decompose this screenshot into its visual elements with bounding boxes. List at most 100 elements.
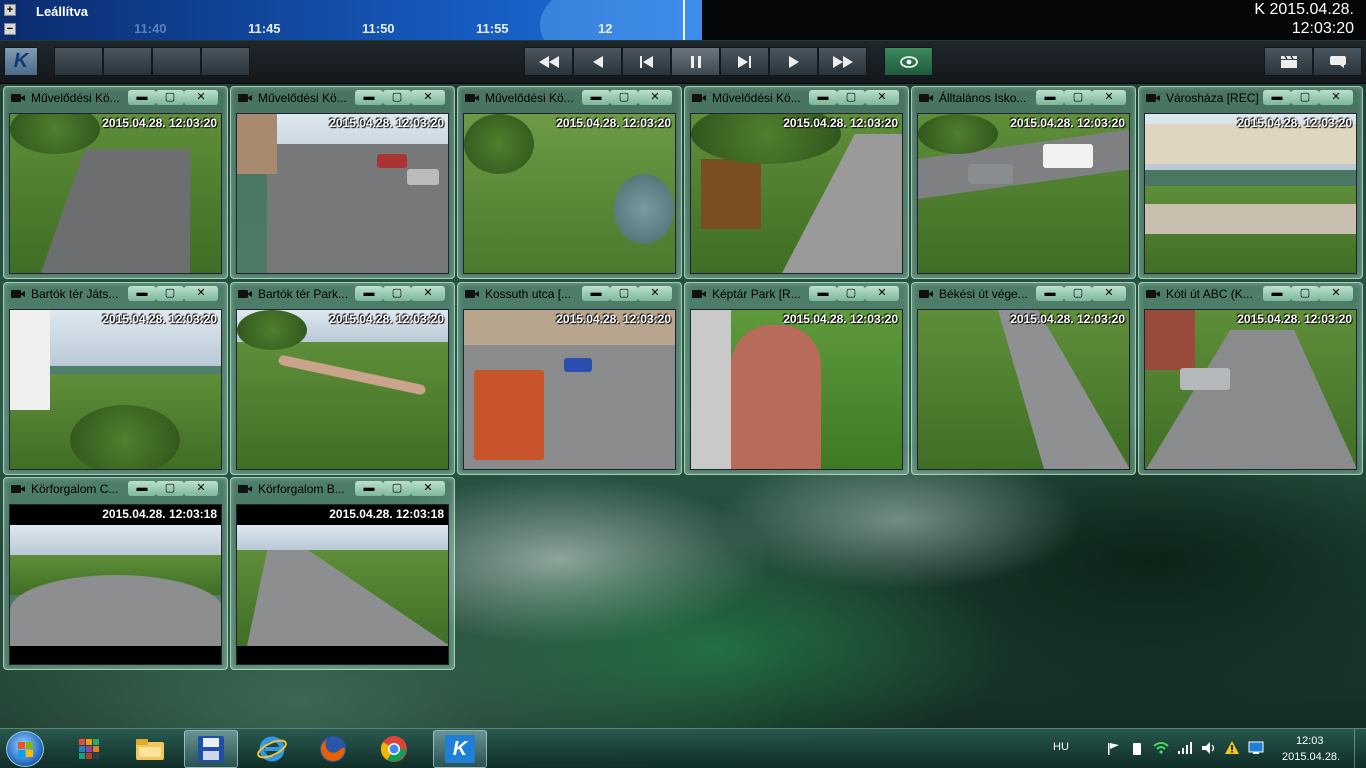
close-button[interactable]: ✕ — [411, 481, 445, 496]
play-button[interactable] — [769, 47, 818, 76]
taskbar-ie-app[interactable] — [245, 730, 299, 768]
taskbar-tiles-app[interactable] — [62, 730, 116, 768]
taskbar-k-app[interactable]: K — [433, 730, 487, 768]
minimize-button[interactable]: ▬ — [1036, 90, 1064, 105]
skip-end-button[interactable] — [720, 47, 769, 76]
minimize-button[interactable]: ▬ — [128, 286, 156, 301]
camera-tile[interactable]: Álltalános Isko... ▬ ▢ ✕ 2015.04.28. 12:… — [911, 86, 1136, 279]
close-button[interactable]: ✕ — [184, 481, 218, 496]
camera-feed[interactable]: 2015.04.28. 12:03:20 — [690, 113, 903, 274]
minimize-button[interactable]: ▬ — [355, 286, 383, 301]
maximize-button[interactable]: ▢ — [1291, 90, 1319, 105]
camera-tile[interactable]: Körforgalom C... ▬ ▢ ✕ 2015.04.28. 12:03… — [3, 477, 228, 670]
fast-rewind-button[interactable] — [524, 47, 573, 76]
camera-feed[interactable]: 2015.04.28. 12:03:20 — [236, 309, 449, 470]
pause-button[interactable] — [671, 47, 720, 76]
close-button[interactable]: ✕ — [411, 90, 445, 105]
close-button[interactable]: ✕ — [865, 90, 899, 105]
taskbar-save-app[interactable] — [184, 730, 238, 768]
taskbar-explorer-app[interactable] — [123, 730, 177, 768]
camera-feed[interactable]: 2015.04.28. 12:03:20 — [690, 309, 903, 470]
fast-forward-button[interactable] — [818, 47, 867, 76]
start-button[interactable] — [6, 731, 44, 767]
maximize-button[interactable]: ▢ — [1064, 286, 1092, 301]
minimize-button[interactable]: ▬ — [809, 286, 837, 301]
maximize-button[interactable]: ▢ — [837, 286, 865, 301]
layout-button-2[interactable] — [103, 47, 152, 76]
layout-button-4[interactable] — [201, 47, 250, 76]
minimize-button[interactable]: ▬ — [1263, 90, 1291, 105]
camera-tile[interactable]: Művelődési Kö... ▬ ▢ ✕ 2015.04.28. 12:03… — [230, 86, 455, 279]
minimize-button[interactable]: ▬ — [355, 481, 383, 496]
action-center-flag-icon[interactable] — [1106, 742, 1120, 756]
zoom-out-button[interactable]: − — [4, 23, 16, 35]
close-button[interactable]: ✕ — [1092, 286, 1126, 301]
maximize-button[interactable]: ▢ — [156, 286, 184, 301]
warning-icon[interactable] — [1224, 740, 1240, 755]
usb-device-icon[interactable] — [1130, 742, 1144, 756]
maximize-button[interactable]: ▢ — [1064, 90, 1092, 105]
camera-tile[interactable]: Bartók tér Park... ▬ ▢ ✕ 2015.04.28. 12:… — [230, 282, 455, 475]
minimize-button[interactable]: ▬ — [809, 90, 837, 105]
close-button[interactable]: ✕ — [638, 90, 672, 105]
step-back-button[interactable] — [573, 47, 622, 76]
camera-tile[interactable]: Művelődési Kö... ▬ ▢ ✕ 2015.04.28. 12:03… — [684, 86, 909, 279]
minimize-button[interactable]: ▬ — [128, 481, 156, 496]
volume-icon[interactable] — [1201, 741, 1217, 755]
show-desktop-button[interactable] — [1354, 729, 1366, 768]
taskbar-firefox-app[interactable] — [306, 730, 360, 768]
app-logo-button[interactable]: K — [4, 47, 38, 76]
language-indicator[interactable]: HU — [1053, 741, 1069, 753]
maximize-button[interactable]: ▢ — [610, 286, 638, 301]
camera-feed[interactable]: 2015.04.28. 12:03:20 — [463, 309, 676, 470]
remote-display-icon[interactable] — [1248, 741, 1264, 755]
camera-feed[interactable]: 2015.04.28. 12:03:20 — [917, 309, 1130, 470]
camera-tile[interactable]: Körforgalom B... ▬ ▢ ✕ 2015.04.28. 12:03… — [230, 477, 455, 670]
layout-button-3[interactable] — [152, 47, 201, 76]
camera-tile[interactable]: Kóti út ABC (K... ▬ ▢ ✕ 2015.04.28. 12:0… — [1138, 282, 1363, 475]
camera-tile[interactable]: Városháza [REC] ▬ ▢ ✕ 2015.04.28. 12:03:… — [1138, 86, 1363, 279]
recording-button[interactable] — [1264, 47, 1313, 76]
maximize-button[interactable]: ▢ — [383, 481, 411, 496]
minimize-button[interactable]: ▬ — [582, 90, 610, 105]
taskbar-chrome-app[interactable] — [367, 730, 421, 768]
close-button[interactable]: ✕ — [411, 286, 445, 301]
layout-button-1[interactable] — [54, 47, 103, 76]
camera-tile[interactable]: Művelődési Kö... ▬ ▢ ✕ 2015.04.28. 12:03… — [457, 86, 682, 279]
close-button[interactable]: ✕ — [1319, 286, 1353, 301]
maximize-button[interactable]: ▢ — [383, 286, 411, 301]
tray-clock-time[interactable]: 12:03 — [1296, 735, 1324, 747]
minimize-button[interactable]: ▬ — [582, 286, 610, 301]
camera-tile[interactable]: Bartók tér Játs... ▬ ▢ ✕ 2015.04.28. 12:… — [3, 282, 228, 475]
close-button[interactable]: ✕ — [184, 90, 218, 105]
camera-feed[interactable]: 2015.04.28. 12:03:18 — [236, 504, 449, 665]
camera-feed[interactable]: 2015.04.28. 12:03:20 — [1144, 309, 1357, 470]
tray-clock-date[interactable]: 2015.04.28. — [1282, 751, 1340, 763]
close-button[interactable]: ✕ — [1092, 90, 1126, 105]
close-button[interactable]: ✕ — [638, 286, 672, 301]
wifi-icon[interactable] — [1153, 741, 1169, 755]
camera-feed[interactable]: 2015.04.28. 12:03:20 — [9, 309, 222, 470]
maximize-button[interactable]: ▢ — [383, 90, 411, 105]
maximize-button[interactable]: ▢ — [1291, 286, 1319, 301]
camera-feed[interactable]: 2015.04.28. 12:03:20 — [1144, 113, 1357, 274]
zoom-in-button[interactable]: + — [4, 4, 16, 16]
maximize-button[interactable]: ▢ — [837, 90, 865, 105]
timeline-playhead[interactable] — [683, 0, 685, 40]
live-view-button[interactable] — [884, 47, 933, 76]
minimize-button[interactable]: ▬ — [355, 90, 383, 105]
camera-feed[interactable]: 2015.04.28. 12:03:18 — [9, 504, 222, 665]
minimize-button[interactable]: ▬ — [1263, 286, 1291, 301]
timeline-track[interactable]: + − Leállítva 11:40 11:45 11:50 11:55 12 — [0, 0, 702, 40]
minimize-button[interactable]: ▬ — [128, 90, 156, 105]
camera-feed[interactable]: 2015.04.28. 12:03:20 — [463, 113, 676, 274]
camera-tile[interactable]: Képtár Park [R... ▬ ▢ ✕ 2015.04.28. 12:0… — [684, 282, 909, 475]
camera-feed[interactable]: 2015.04.28. 12:03:20 — [236, 113, 449, 274]
close-button[interactable]: ✕ — [865, 286, 899, 301]
close-button[interactable]: ✕ — [184, 286, 218, 301]
minimize-button[interactable]: ▬ — [1036, 286, 1064, 301]
network-signal-icon[interactable] — [1177, 741, 1193, 755]
camera-feed[interactable]: 2015.04.28. 12:03:20 — [9, 113, 222, 274]
maximize-button[interactable]: ▢ — [610, 90, 638, 105]
messages-button[interactable] — [1313, 47, 1362, 76]
